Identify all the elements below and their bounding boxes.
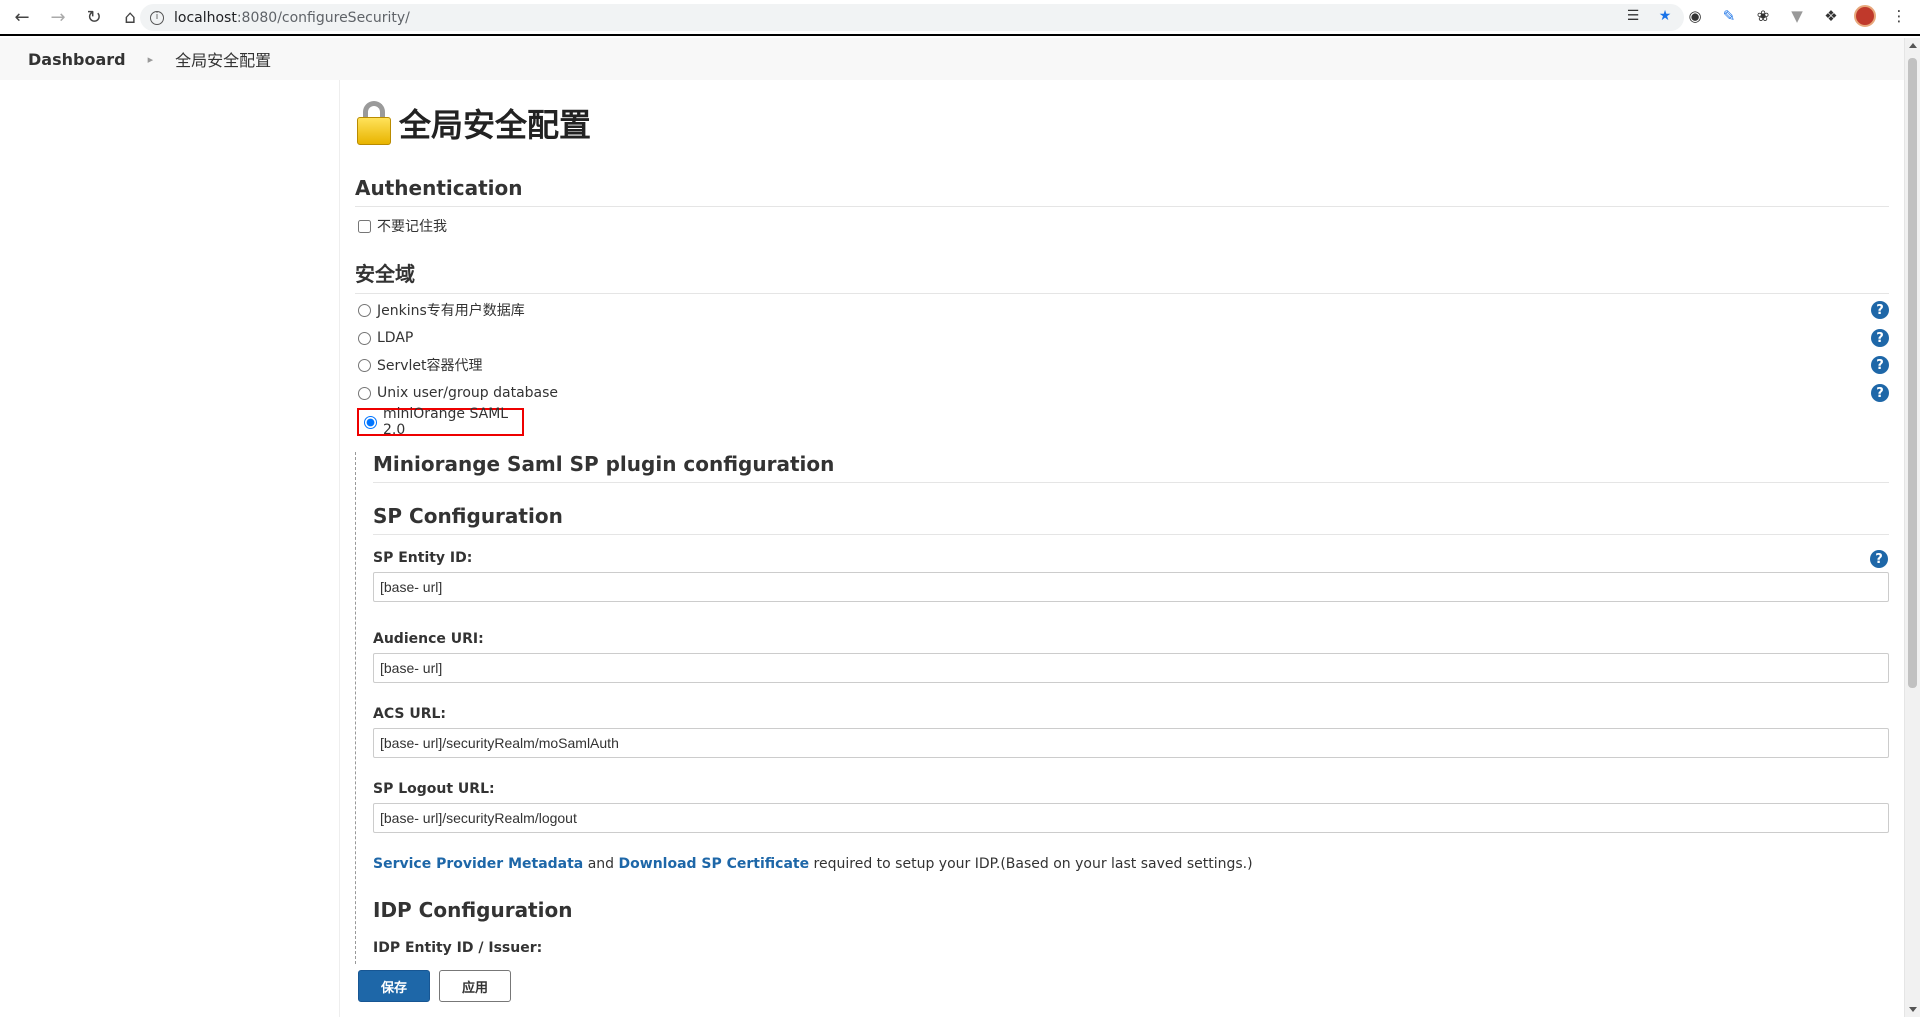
realm-option-unix: Unix user/group database ? — [355, 383, 1889, 403]
realm-option-servlet: Servlet容器代理 ? — [355, 355, 1889, 375]
translate-icon[interactable]: ☰ — [1624, 7, 1642, 25]
browser-menu-icon[interactable]: ⋮ — [1888, 5, 1910, 27]
profile-avatar-icon[interactable] — [1854, 5, 1876, 27]
realm-label-miniorange[interactable]: miniOrange SAML 2.0 — [383, 406, 522, 438]
breadcrumb-dashboard-link[interactable]: Dashboard — [28, 50, 126, 69]
save-button[interactable]: 保存 — [358, 970, 430, 1002]
download-sp-certificate-link[interactable]: Download SP Certificate — [619, 856, 810, 872]
breadcrumb: Dashboard ▸ 全局安全配置 — [0, 38, 1904, 80]
and-text: and — [583, 856, 619, 872]
realm-label-unix[interactable]: Unix user/group database — [377, 385, 558, 401]
scroll-up-icon[interactable] — [1909, 43, 1917, 48]
authentication-header: Authentication — [355, 176, 1889, 207]
acs-url-input[interactable] — [373, 728, 1889, 758]
back-icon[interactable]: ← — [8, 3, 36, 31]
extensions-puzzle-icon[interactable]: ❖ — [1820, 5, 1842, 27]
realm-option-jenkins: Jenkins专有用户数据库 ? — [355, 300, 1889, 320]
sp-logout-url-label: SP Logout URL: — [373, 781, 495, 797]
breadcrumb-separator-icon[interactable]: ▸ — [148, 53, 154, 66]
extension-feather-icon[interactable]: ❀ — [1752, 5, 1774, 27]
bookmark-star-icon[interactable]: ★ — [1656, 7, 1674, 25]
realm-label-jenkins[interactable]: Jenkins专有用户数据库 — [377, 300, 525, 320]
url-path: :8080/configureSecurity/ — [236, 9, 410, 26]
required-text: required to setup your IDP.(Based on you… — [809, 856, 1253, 872]
audience-uri-input[interactable] — [373, 653, 1889, 683]
idp-entity-id-label: IDP Entity ID / Issuer: — [373, 940, 543, 956]
realm-option-miniorange: miniOrange SAML 2.0 — [357, 406, 524, 438]
reload-icon[interactable]: ↻ — [80, 3, 108, 31]
realm-label-ldap[interactable]: LDAP — [377, 330, 413, 346]
main-panel: 全局安全配置 Authentication 不要记住我 安全域 Jenkins专… — [340, 80, 1904, 1017]
realm-radio-jenkins[interactable] — [358, 303, 371, 317]
scroll-down-icon[interactable] — [1909, 1007, 1917, 1012]
help-icon[interactable]: ? — [1871, 356, 1889, 374]
sp-config-header: SP Configuration — [373, 504, 1889, 535]
lock-icon — [355, 101, 393, 145]
sp-metadata-link[interactable]: Service Provider Metadata — [373, 856, 583, 872]
realm-radio-unix[interactable] — [358, 386, 371, 400]
idp-config-header: IDP Configuration — [373, 898, 573, 922]
scrollbar-thumb[interactable] — [1908, 58, 1917, 688]
breadcrumb-current[interactable]: 全局安全配置 — [175, 47, 271, 71]
acs-url-label: ACS URL: — [373, 706, 446, 722]
help-icon[interactable]: ? — [1871, 329, 1889, 347]
address-bar[interactable]: i localhost:8080/configureSecurity/ ☰ ★ — [140, 4, 1684, 31]
realm-option-ldap: LDAP ? — [355, 328, 1889, 348]
site-info-icon[interactable]: i — [150, 10, 164, 25]
audience-uri-label: Audience URI: — [373, 631, 484, 647]
help-icon[interactable]: ? — [1870, 550, 1888, 568]
help-icon[interactable]: ? — [1871, 384, 1889, 402]
dont-remember-row: 不要记住我 — [355, 216, 1889, 236]
plugin-config-header: Miniorange Saml SP plugin configuration — [373, 452, 1889, 483]
extension-globe-icon[interactable]: ◉ — [1684, 5, 1706, 27]
realm-radio-servlet[interactable] — [358, 358, 371, 372]
help-icon[interactable]: ? — [1871, 301, 1889, 319]
page-title: 全局安全配置 — [399, 106, 592, 144]
sp-entity-id-label: SP Entity ID: — [373, 550, 473, 566]
extension-vue-icon[interactable]: ▼ — [1786, 5, 1808, 27]
extension-translate-icon[interactable]: ✎ — [1718, 5, 1740, 27]
apply-button[interactable]: 应用 — [439, 970, 511, 1002]
security-realm-header: 安全域 — [355, 258, 1889, 294]
dont-remember-label[interactable]: 不要记住我 — [377, 216, 447, 236]
saml-config-section: Miniorange Saml SP plugin configuration … — [355, 452, 1889, 964]
page-scrollbar[interactable] — [1904, 38, 1920, 1017]
realm-radio-miniorange[interactable] — [364, 415, 377, 429]
metadata-info-line: Service Provider Metadata and Download S… — [373, 856, 1253, 872]
dont-remember-checkbox[interactable] — [358, 219, 371, 233]
page-title-row: 全局安全配置 — [355, 100, 591, 146]
browser-toolbar: ← → ↻ ⌂ i localhost:8080/configureSecuri… — [0, 0, 1920, 36]
sp-entity-id-input[interactable] — [373, 572, 1889, 602]
sp-logout-url-input[interactable] — [373, 803, 1889, 833]
forward-icon[interactable]: → — [44, 3, 72, 31]
side-panel — [0, 80, 340, 1017]
realm-radio-ldap[interactable] — [358, 331, 371, 345]
realm-label-servlet[interactable]: Servlet容器代理 — [377, 355, 483, 375]
url-host: localhost — [174, 9, 237, 26]
